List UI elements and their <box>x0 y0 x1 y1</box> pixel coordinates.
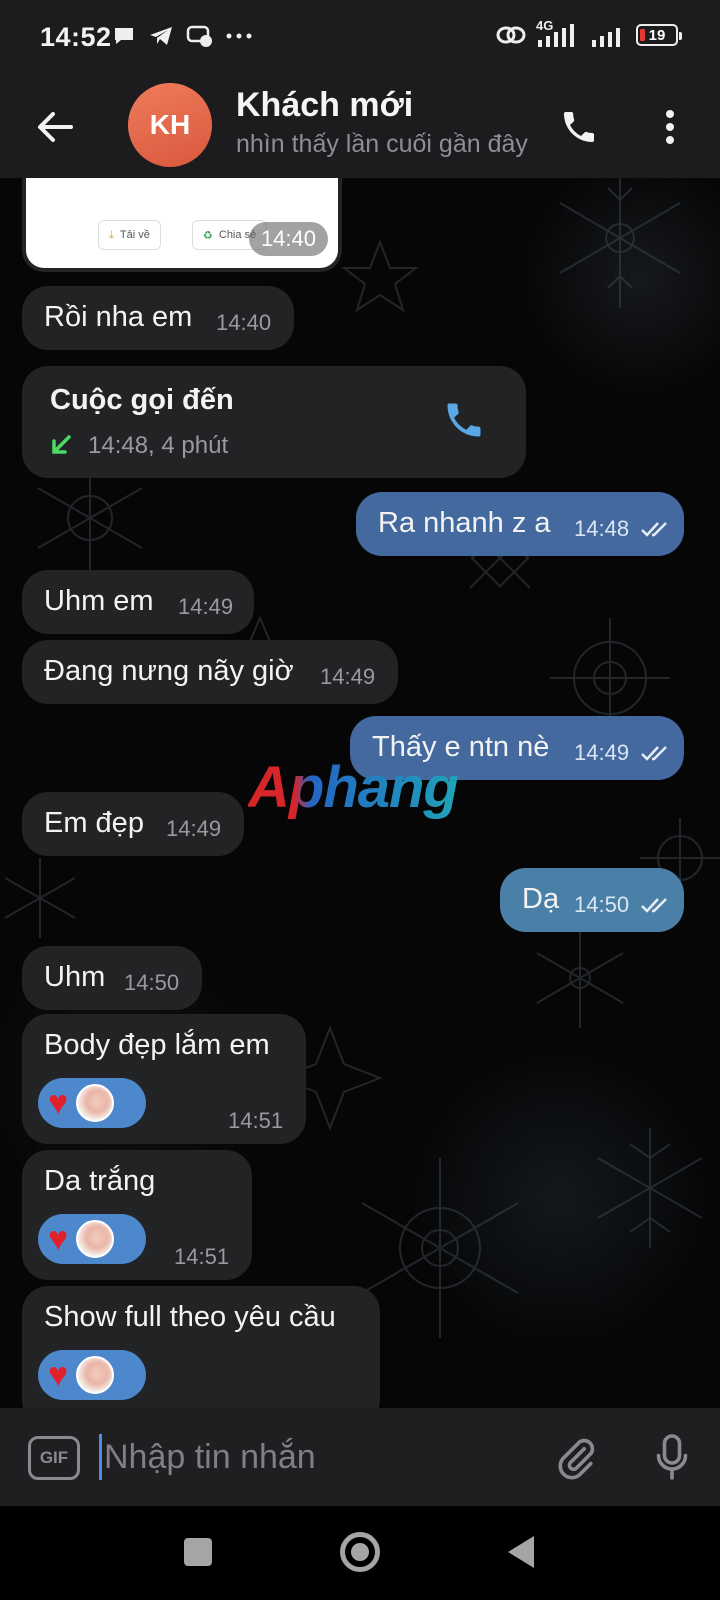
incoming-message[interactable]: Em đẹp 14:49 <box>22 792 244 856</box>
reactor-avatar <box>76 1220 115 1258</box>
battery-icon: 19 <box>636 24 682 46</box>
text-cursor <box>99 1434 102 1480</box>
image-message[interactable]: ⤓ Tải về ♻ Chia sẻ 14:40 <box>22 178 342 272</box>
download-icon: ⤓ <box>109 228 114 241</box>
outgoing-message[interactable]: Dạ 14:50 <box>500 868 684 932</box>
chat-last-seen: nhìn thấy lần cuối gần đây <box>236 130 528 158</box>
incoming-arrow-icon <box>52 435 71 454</box>
voice-record-button[interactable] <box>648 1430 696 1484</box>
incoming-message[interactable]: Body đẹp lắm em ♥ 14:51 <box>22 1014 306 1144</box>
signal-2-icon <box>592 28 620 47</box>
hotspot-link-icon <box>496 26 526 44</box>
incoming-call-message[interactable]: Cuộc gọi đến 14:48, 4 phút <box>22 366 526 478</box>
message-time: 14:50 <box>124 970 180 995</box>
reactor-avatar <box>76 1356 115 1394</box>
message-time: 14:48 <box>574 516 630 541</box>
read-check-icon <box>641 746 667 761</box>
reaction-chip[interactable]: ♥ <box>38 1214 146 1264</box>
incoming-message[interactable]: Uhm em 14:49 <box>22 570 254 634</box>
message-text: Em đẹp <box>44 807 144 839</box>
message-time: 14:40 <box>216 310 272 335</box>
incoming-message[interactable]: Uhm 14:50 <box>22 946 202 1010</box>
download-button[interactable]: ⤓ Tải về <box>98 220 161 250</box>
message-input[interactable] <box>104 1434 524 1480</box>
message-time: 14:50 <box>574 892 630 917</box>
messenger-icon <box>186 25 212 47</box>
status-time: 14:52 <box>40 22 112 52</box>
gif-button[interactable]: GIF <box>28 1436 80 1480</box>
message-text: Da trắng <box>44 1165 156 1197</box>
message-list[interactable]: ⤓ Tải về ♻ Chia sẻ 14:40 Rồi nha em 14:4… <box>0 178 720 1408</box>
incoming-message[interactable]: Da trắng ♥ 14:51 <box>22 1150 252 1280</box>
message-text: Uhm em <box>44 585 154 617</box>
more-notifications-icon <box>226 33 252 39</box>
message-time: 14:49 <box>574 740 630 765</box>
call-detail: 14:48, 4 phút <box>88 432 229 459</box>
download-label: Tải về <box>119 229 150 241</box>
battery-level: 19 <box>648 26 666 44</box>
message-time: 14:40 <box>248 222 328 256</box>
paperclip-icon <box>558 1438 595 1480</box>
message-text: Rồi nha em <box>44 301 193 333</box>
message-text: Đang nưng nãy giờ <box>44 655 294 687</box>
read-check-icon <box>641 522 667 537</box>
watermark-logo: Aphang <box>248 755 459 820</box>
heart-icon: ♥ <box>48 1220 69 1258</box>
message-time: 14:49 <box>178 594 234 619</box>
message-text: Uhm <box>44 961 106 993</box>
reaction-chip[interactable]: ♥ <box>38 1078 146 1128</box>
microphone-icon <box>656 1434 688 1480</box>
heart-icon: ♥ <box>48 1356 69 1394</box>
status-notification-icons <box>112 24 252 48</box>
attach-button[interactable] <box>552 1430 600 1484</box>
home-button[interactable] <box>340 1532 380 1572</box>
chat-notification-icon <box>115 28 133 44</box>
system-nav-bar <box>0 1506 720 1600</box>
incoming-message[interactable]: Show full theo yêu cầu ♥ <box>22 1286 380 1408</box>
call-title: Cuộc gọi đến <box>50 384 234 416</box>
heart-icon: ♥ <box>48 1084 69 1122</box>
contact-avatar[interactable]: KH <box>128 83 212 167</box>
telegram-icon <box>150 27 172 45</box>
message-text: Body đẹp lắm em <box>44 1029 270 1061</box>
system-back-button[interactable] <box>508 1536 534 1568</box>
incoming-message[interactable]: Rồi nha em 14:40 <box>22 286 294 350</box>
recents-button[interactable] <box>184 1538 212 1566</box>
status-system-icons: 4G 19 <box>496 18 682 48</box>
recycle-icon: ♻ <box>203 229 213 242</box>
incoming-message[interactable]: Đang nưng nãy giờ 14:49 <box>22 640 398 704</box>
reactor-avatar <box>76 1084 115 1122</box>
chat-title[interactable]: Khách mới <box>236 86 413 125</box>
message-text: Ra nhanh z a <box>378 507 551 539</box>
message-time: 14:49 <box>166 816 222 841</box>
message-text: Show full theo yêu cầu <box>44 1301 336 1333</box>
signal-1-icon <box>538 24 574 47</box>
message-time: 14:51 <box>228 1108 284 1133</box>
more-vertical-icon <box>666 110 674 144</box>
reaction-chip[interactable]: ♥ <box>38 1350 146 1400</box>
call-button[interactable] <box>552 100 606 154</box>
phone-icon <box>564 112 594 142</box>
arrow-left-icon <box>38 112 73 142</box>
outgoing-message[interactable]: Ra nhanh z a 14:48 <box>356 492 684 556</box>
chat-header: KH Khách mới nhìn thấy lần cuối gần đây <box>0 78 720 178</box>
message-time: 14:51 <box>174 1244 230 1269</box>
back-button[interactable] <box>30 102 80 152</box>
message-time: 14:49 <box>320 664 376 689</box>
read-check-icon <box>641 898 667 913</box>
phone-icon <box>447 403 481 437</box>
more-options-button[interactable] <box>650 100 690 154</box>
message-text: Dạ <box>522 883 560 915</box>
composer-bar: GIF <box>0 1408 720 1506</box>
call-back-button[interactable] <box>442 398 492 448</box>
status-bar: 14:52 4G 19 <box>0 0 720 78</box>
